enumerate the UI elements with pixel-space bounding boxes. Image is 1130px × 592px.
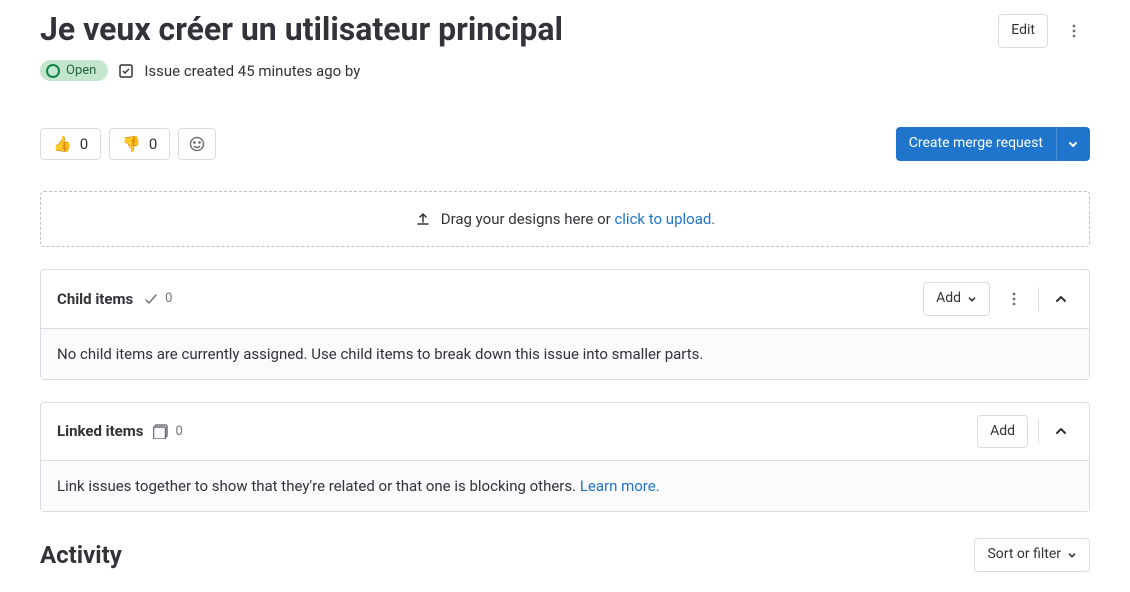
kebab-icon bbox=[1006, 291, 1022, 307]
header-actions: Edit bbox=[998, 10, 1090, 48]
status-badge: Open bbox=[40, 60, 108, 81]
kebab-icon bbox=[1066, 23, 1082, 39]
upload-icon bbox=[415, 211, 431, 227]
sort-filter-label: Sort or filter bbox=[987, 545, 1061, 565]
activity-section-header: Activity Sort or filter bbox=[40, 538, 1090, 572]
actions-row: 👍 0 👎 0 Create merge request bbox=[40, 127, 1090, 161]
edit-button[interactable]: Edit bbox=[998, 14, 1048, 48]
child-items-add-label: Add bbox=[936, 289, 961, 309]
linked-items-learn-more-link[interactable]: Learn more. bbox=[580, 477, 660, 495]
open-status-icon bbox=[46, 64, 60, 78]
divider bbox=[1038, 287, 1039, 311]
thumbs-down-button[interactable]: 👎 0 bbox=[109, 128, 170, 160]
smile-icon bbox=[189, 136, 205, 152]
linked-items-collapse-button[interactable] bbox=[1049, 419, 1073, 443]
add-reaction-button[interactable] bbox=[178, 128, 216, 160]
chevron-up-icon bbox=[1053, 423, 1069, 439]
linked-items-panel: Linked items 0 Add Link issues together … bbox=[40, 402, 1090, 513]
checkmark-icon bbox=[143, 291, 159, 307]
design-dropzone[interactable]: Drag your designs here or click to uploa… bbox=[40, 191, 1090, 247]
thumbs-up-icon: 👍 bbox=[53, 137, 72, 152]
child-items-title: Child items bbox=[57, 290, 133, 308]
create-mr-group: Create merge request bbox=[896, 127, 1090, 161]
child-items-empty-text: No child items are currently assigned. U… bbox=[41, 328, 1089, 379]
thumbs-down-count: 0 bbox=[149, 137, 157, 152]
activity-title: Activity bbox=[40, 541, 122, 569]
issue-title: Je veux créer un utilisateur principal bbox=[40, 10, 563, 48]
chevron-down-icon bbox=[1067, 550, 1077, 560]
linked-items-count: 0 bbox=[153, 423, 182, 439]
issue-type-icon bbox=[118, 63, 134, 79]
linked-items-body-text: Link issues together to show that they'r… bbox=[57, 477, 580, 495]
child-items-panel: Child items 0 Add bbox=[40, 269, 1090, 380]
child-items-count-value: 0 bbox=[165, 291, 172, 306]
chevron-up-icon bbox=[1053, 291, 1069, 307]
link-icon bbox=[153, 423, 169, 439]
thumbs-up-button[interactable]: 👍 0 bbox=[40, 128, 101, 160]
dropzone-prefix: Drag your designs here or bbox=[441, 210, 615, 228]
chevron-down-icon bbox=[1067, 138, 1079, 150]
linked-items-add-button[interactable]: Add bbox=[977, 415, 1028, 449]
more-actions-button[interactable] bbox=[1058, 17, 1090, 45]
create-merge-request-button[interactable]: Create merge request bbox=[896, 127, 1056, 161]
thumbs-down-icon: 👎 bbox=[122, 137, 141, 152]
chevron-down-icon bbox=[967, 294, 977, 304]
dropzone-text: Drag your designs here or click to uploa… bbox=[441, 210, 716, 228]
child-items-add-button[interactable]: Add bbox=[923, 282, 990, 316]
reactions-group: 👍 0 👎 0 bbox=[40, 128, 216, 160]
linked-items-title: Linked items bbox=[57, 422, 143, 440]
child-items-count: 0 bbox=[143, 291, 172, 307]
sort-filter-button[interactable]: Sort or filter bbox=[974, 538, 1090, 572]
child-items-more-button[interactable] bbox=[1000, 287, 1028, 311]
status-text: Open bbox=[66, 63, 96, 78]
issue-created-text: Issue created 45 minutes ago by bbox=[144, 62, 360, 80]
thumbs-up-count: 0 bbox=[80, 137, 88, 152]
divider bbox=[1038, 419, 1039, 443]
create-mr-dropdown-button[interactable] bbox=[1056, 127, 1090, 161]
child-items-collapse-button[interactable] bbox=[1049, 287, 1073, 311]
linked-items-count-value: 0 bbox=[175, 424, 182, 439]
linked-items-body: Link issues together to show that they'r… bbox=[41, 460, 1089, 511]
dropzone-upload-link[interactable]: click to upload. bbox=[614, 210, 715, 228]
issue-meta: Open Issue created 45 minutes ago by bbox=[40, 60, 1090, 81]
